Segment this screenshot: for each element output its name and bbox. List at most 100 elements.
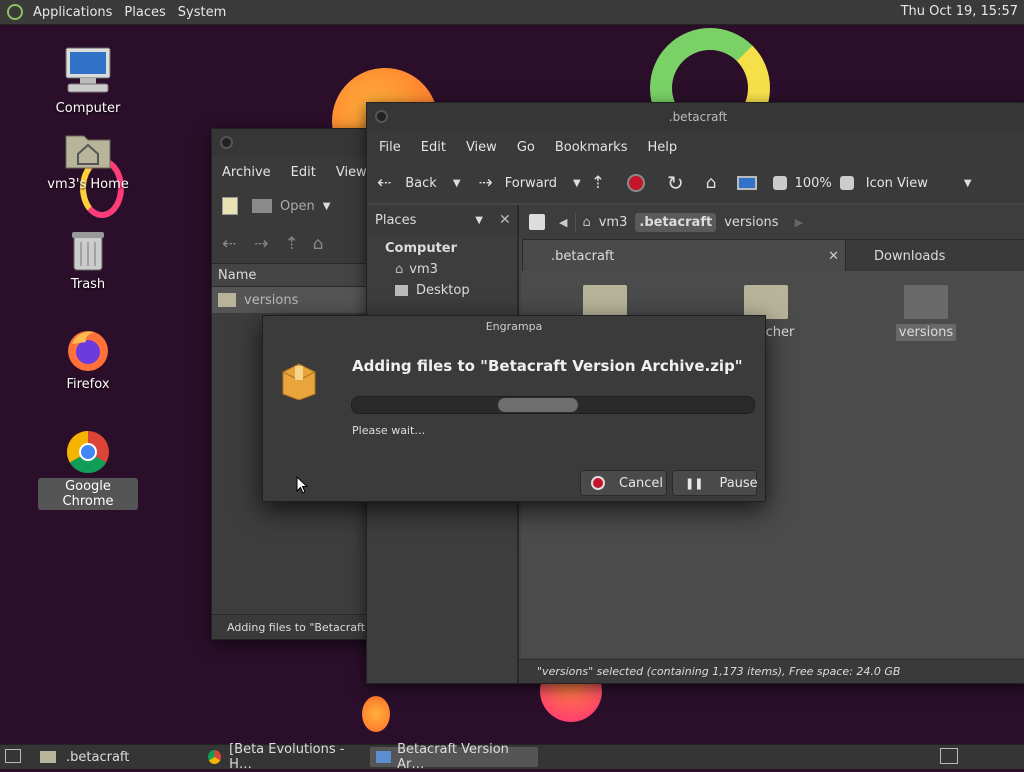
path-segment-label: .betacraft	[639, 214, 713, 230]
path-scroll-right-icon[interactable]: ▶	[795, 216, 803, 229]
places-menu[interactable]: Places	[124, 5, 165, 20]
go-menu[interactable]: Go	[507, 140, 545, 155]
archive-menu[interactable]: Archive	[212, 165, 281, 180]
engrampa-dialog[interactable]: Engrampa Adding files to "Betacraft Vers…	[262, 315, 766, 502]
progress-pulse	[498, 398, 578, 412]
pause-icon: ❚❚	[685, 476, 704, 490]
archive-menubar: Archive Edit View	[212, 157, 382, 187]
tab-label: Downloads	[874, 248, 946, 264]
show-desktop-icon[interactable]	[5, 749, 21, 763]
computer-icon[interactable]	[736, 176, 757, 190]
edit-menu[interactable]: Edit	[411, 140, 456, 155]
sidebar-header-label: Computer	[385, 241, 458, 256]
column-header[interactable]: Name	[212, 263, 382, 287]
close-tab-icon[interactable]: ✕	[828, 249, 839, 264]
taskbar-item-betacraft[interactable]: .betacraft	[34, 747, 200, 767]
chevron-down-icon[interactable]: ▼	[323, 201, 331, 212]
desktop-icon-computer[interactable]: Computer	[38, 44, 138, 117]
view-mode-select[interactable]: Icon View ▼	[866, 176, 972, 191]
file-item-selected[interactable]: versions	[881, 285, 971, 341]
home-icon[interactable]: ⌂	[706, 173, 717, 193]
dialog-title: Engrampa	[485, 319, 543, 333]
mate-logo-icon[interactable]	[7, 4, 23, 20]
path-scroll-left-icon[interactable]: ◀	[559, 216, 567, 229]
forward-button[interactable]: ⇢ Forward ▼	[479, 173, 581, 193]
up-arrow-icon[interactable]: ⇡	[591, 173, 605, 193]
chevron-down-icon[interactable]: ▼	[573, 178, 581, 189]
close-icon[interactable]	[220, 136, 233, 149]
forward-arrow-icon: ⇢	[478, 173, 493, 193]
system-menu[interactable]: System	[178, 5, 226, 20]
tab-label: .betacraft	[551, 248, 615, 264]
dialog-titlebar[interactable]: Engrampa	[263, 316, 765, 336]
sidebar-selector: Places ▼ ✕	[367, 205, 517, 235]
sidebar-item-desktop[interactable]: Desktop	[367, 277, 517, 298]
tab-betacraft[interactable]: .betacraft ✕	[522, 239, 846, 273]
sidebar-header-computer: Computer	[367, 235, 517, 256]
applications-menu[interactable]: Applications	[33, 5, 112, 20]
zoom-in-icon[interactable]	[839, 176, 854, 190]
desktop-icon-trash[interactable]: Trash	[38, 228, 138, 293]
back-button[interactable]: ⇠ Back ▼	[377, 173, 461, 193]
path-segment-vm3[interactable]: ⌂ vm3	[575, 212, 633, 232]
path-segment-betacraft[interactable]: .betacraft	[635, 212, 717, 232]
pause-button[interactable]: ❚❚ Pause	[672, 470, 758, 496]
dialog-message: Please wait…	[352, 424, 426, 437]
desktop-icon-home[interactable]: vm3's Home	[38, 128, 138, 193]
open-archive-icon[interactable]	[252, 199, 272, 213]
tab-downloads[interactable]: Downloads	[845, 239, 1024, 273]
archive-nav-toolbar: ⇠ ⇢ ⇡ ⌂	[212, 225, 382, 263]
desktop-icon-firefox[interactable]: Firefox	[38, 326, 138, 393]
edit-menu[interactable]: Edit	[281, 165, 326, 180]
back-arrow-icon[interactable]: ⇠	[222, 234, 236, 254]
folder-icon	[904, 285, 948, 319]
computer-icon	[65, 47, 111, 93]
bookmarks-menu[interactable]: Bookmarks	[545, 140, 638, 155]
open-button[interactable]: Open	[280, 199, 315, 214]
stop-icon[interactable]	[627, 174, 645, 192]
zoom-out-icon[interactable]	[772, 176, 787, 190]
file-menu[interactable]: File	[369, 140, 411, 155]
cancel-label: Cancel	[619, 475, 664, 491]
archive-status-text: Adding files to "Betacraft Versi	[227, 620, 383, 634]
reload-icon[interactable]: ↻	[667, 171, 684, 195]
close-sidebar-icon[interactable]: ✕	[499, 212, 511, 228]
archive-toolbar: Open ▼	[212, 187, 382, 225]
desktop-icon-label: vm3's Home	[47, 177, 129, 192]
archive-icon	[376, 751, 392, 763]
desktop-icon-label: Trash	[70, 277, 106, 292]
places-select[interactable]: Places ▼	[375, 213, 483, 228]
file-item[interactable]	[583, 285, 627, 319]
close-icon[interactable]	[375, 110, 388, 123]
help-menu[interactable]: Help	[637, 140, 687, 155]
new-archive-icon[interactable]	[222, 197, 238, 215]
clock[interactable]: Thu Oct 19, 15:57	[901, 4, 1018, 19]
taskbar-item-engrampa[interactable]: Betacraft Version Ar…	[370, 742, 538, 772]
chevron-down-icon[interactable]: ▼	[453, 178, 461, 189]
home-icon[interactable]: ⌂	[313, 234, 324, 254]
desktop-icon-label: Computer	[55, 101, 121, 116]
cancel-button[interactable]: Cancel	[580, 470, 667, 496]
archive-titlebar[interactable]	[212, 129, 382, 157]
file-manager-titlebar[interactable]: .betacraft	[367, 103, 1024, 131]
folder-icon	[218, 293, 236, 307]
mouse-cursor-icon	[296, 476, 308, 494]
archive-statusbar: Adding files to "Betacraft Versi	[212, 614, 383, 639]
forward-arrow-icon[interactable]: ⇢	[254, 234, 268, 254]
path-bar: ◀ ⌂ vm3 .betacraft versions ▶	[519, 205, 1024, 239]
path-segment-versions[interactable]: versions	[716, 213, 786, 232]
firefox-icon	[68, 331, 108, 371]
taskbar-item-chrome[interactable]: [Beta Evolutions - H…	[202, 742, 368, 772]
desktop-icon-chrome[interactable]: Google Chrome	[38, 428, 138, 510]
up-arrow-icon[interactable]: ⇡	[285, 234, 299, 254]
home-icon: ⌂	[395, 262, 404, 277]
archive-row[interactable]: versions	[212, 287, 382, 313]
wallpaper-small-shape	[362, 696, 390, 732]
chevron-down-icon: ▼	[963, 177, 972, 189]
workspace-switcher-icon[interactable]	[940, 748, 958, 764]
name-column-header[interactable]: Name	[218, 268, 256, 283]
edit-location-icon[interactable]	[529, 214, 545, 230]
view-menu[interactable]: View	[456, 140, 507, 155]
sidebar-item-vm3[interactable]: ⌂ vm3	[367, 256, 517, 277]
desktop-icon-label: Firefox	[66, 377, 110, 392]
